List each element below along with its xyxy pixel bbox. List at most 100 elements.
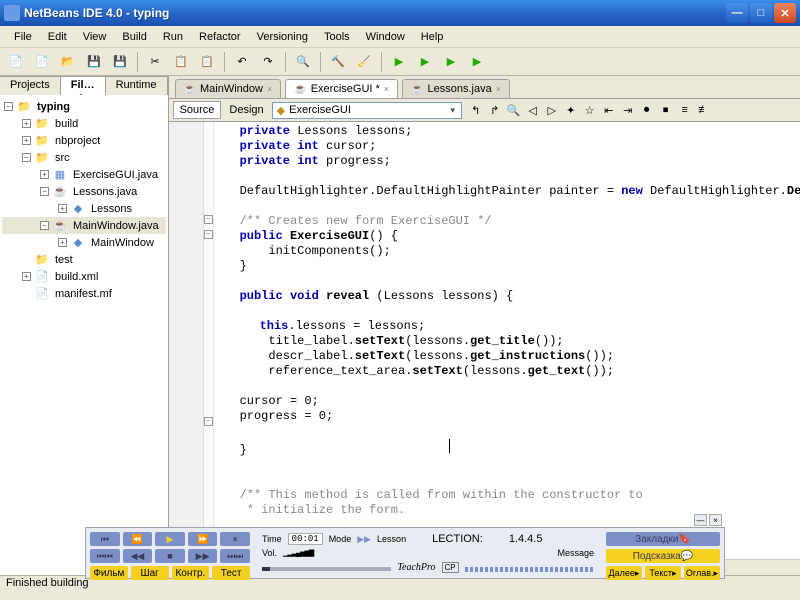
toggle-hl-icon[interactable]: ✦	[563, 102, 579, 118]
save-all-button[interactable]	[108, 50, 132, 74]
copy-button[interactable]	[169, 50, 193, 74]
lesson-player[interactable]: — × ⏮ ⏪ ▶ ⏩ ⏸ ⏮⏮ ◀◀ ■ ▶▶ ⏭⏭ Фильм Шаг Ко…	[85, 527, 725, 579]
tree-node-manifest[interactable]: 📄manifest.mf	[2, 285, 166, 302]
first-button[interactable]: ⏮⏮	[90, 549, 120, 563]
debug-main-button[interactable]	[465, 50, 489, 74]
forward-button[interactable]: ⏩	[188, 532, 218, 546]
tree-node-build[interactable]: +📁build	[2, 115, 166, 132]
tab-files[interactable]: Fil…◀▫	[61, 76, 106, 95]
film-button[interactable]: Фильм	[90, 566, 128, 580]
menu-edit[interactable]: Edit	[40, 29, 75, 45]
menu-view[interactable]: View	[75, 29, 115, 45]
fwd2-button[interactable]: ▶▶	[188, 549, 218, 563]
tree-node-lessons-class[interactable]: +◆Lessons	[2, 200, 166, 217]
close-tab-icon[interactable]: ×	[384, 84, 389, 94]
hint-button[interactable]: Подсказка 💬	[606, 549, 720, 563]
expand-icon[interactable]: −	[40, 221, 49, 230]
tree-node-nbproject[interactable]: +📁nbproject	[2, 132, 166, 149]
progress-bar[interactable]	[262, 567, 391, 571]
source-mode-button[interactable]: Source	[173, 101, 222, 119]
player-close-icon[interactable]: ×	[709, 514, 722, 526]
player-minimize-icon[interactable]: —	[694, 514, 707, 526]
control-button[interactable]: Контр.	[172, 566, 210, 580]
uncomment-icon[interactable]: ≢	[696, 102, 712, 118]
find-next-icon[interactable]: ▷	[544, 102, 560, 118]
run-main-button[interactable]	[413, 50, 437, 74]
editor-tab-mainwindow[interactable]: ☕MainWindow×	[175, 79, 282, 98]
editor-tab-exercisegui[interactable]: ☕ExerciseGUI *×	[285, 79, 398, 98]
last-button[interactable]: ⏭⏭	[220, 549, 250, 563]
expand-icon[interactable]: −	[40, 187, 49, 196]
menu-file[interactable]: File	[6, 29, 40, 45]
stop-button[interactable]: ■	[155, 549, 185, 563]
tree-node-exercisegui[interactable]: +▦ExerciseGUI.java	[2, 166, 166, 183]
fold-toggle-icon[interactable]: −	[204, 230, 213, 239]
close-button[interactable]: ✕	[774, 3, 796, 23]
close-tab-icon[interactable]: ×	[267, 84, 272, 94]
menu-versioning[interactable]: Versioning	[249, 29, 316, 45]
maximize-button[interactable]: □	[750, 3, 772, 23]
menu-build[interactable]: Build	[114, 29, 154, 45]
play-button[interactable]: ▶	[155, 532, 185, 546]
fold-toggle-icon[interactable]: −	[204, 417, 213, 426]
undo-button[interactable]	[230, 50, 254, 74]
code-text[interactable]: private Lessons lessons; private int cur…	[214, 122, 800, 559]
menu-tools[interactable]: Tools	[316, 29, 358, 45]
expand-icon[interactable]: −	[22, 153, 31, 162]
code-editor[interactable]: − − − private Lessons lessons; private i…	[169, 122, 800, 559]
toc-button[interactable]: Оглав.▸	[684, 566, 720, 580]
editor-tab-lessons[interactable]: ☕Lessons.java×	[402, 79, 510, 98]
expand-icon[interactable]: +	[22, 136, 31, 145]
bookmarks-button[interactable]: Закладки 🔖	[606, 532, 720, 546]
expand-icon[interactable]: −	[4, 102, 13, 111]
shift-right-icon[interactable]: ⇥	[620, 102, 636, 118]
find-button[interactable]	[291, 50, 315, 74]
class-selector[interactable]: ◆ ExerciseGUI ▼	[272, 102, 462, 119]
expand-icon[interactable]: +	[58, 238, 67, 247]
tree-node-lessons[interactable]: −☕Lessons.java	[2, 183, 166, 200]
back-button[interactable]: ◀◀	[123, 549, 153, 563]
expand-icon[interactable]: +	[22, 272, 31, 281]
lesson-progress[interactable]	[465, 567, 594, 572]
redo-button[interactable]	[256, 50, 280, 74]
fold-toggle-icon[interactable]: −	[204, 215, 213, 224]
find-prev-icon[interactable]: ◁	[525, 102, 541, 118]
menu-refactor[interactable]: Refactor	[191, 29, 249, 45]
tree-root[interactable]: −📁typing	[2, 98, 166, 115]
expand-icon[interactable]: +	[58, 204, 67, 213]
back-icon[interactable]: ↰	[468, 102, 484, 118]
fwd-icon[interactable]: ↱	[487, 102, 503, 118]
rewind-button[interactable]: ⏪	[123, 532, 153, 546]
tree-node-mainwindow[interactable]: −☕MainWindow.java	[2, 217, 166, 234]
bookmark-icon[interactable]: ☆	[582, 102, 598, 118]
text-button[interactable]: Текст▸	[645, 566, 681, 580]
menu-run[interactable]: Run	[155, 29, 191, 45]
expand-icon[interactable]: +	[40, 170, 49, 179]
open-button[interactable]	[56, 50, 80, 74]
new-file-button[interactable]	[4, 50, 28, 74]
expand-icon[interactable]: +	[22, 119, 31, 128]
tree-node-buildxml[interactable]: +📄build.xml	[2, 268, 166, 285]
tab-runtime[interactable]: Runtime	[106, 76, 168, 95]
minimize-button[interactable]: —	[726, 3, 748, 23]
prev-button[interactable]: ⏮	[90, 532, 120, 546]
menu-help[interactable]: Help	[413, 29, 452, 45]
build-button[interactable]	[326, 50, 350, 74]
debug-button[interactable]	[439, 50, 463, 74]
run-button[interactable]	[387, 50, 411, 74]
macro-rec-icon[interactable]: ⏺	[639, 102, 655, 118]
find-sel-icon[interactable]: 🔍	[506, 102, 522, 118]
paste-button[interactable]	[195, 50, 219, 74]
tree-node-src[interactable]: −📁src	[2, 149, 166, 166]
clean-button[interactable]	[352, 50, 376, 74]
tab-projects[interactable]: Projects	[0, 76, 61, 95]
cut-button[interactable]	[143, 50, 167, 74]
design-mode-button[interactable]: Design	[223, 102, 269, 118]
new-project-button[interactable]	[30, 50, 54, 74]
tree-node-test[interactable]: 📁test	[2, 251, 166, 268]
tree-node-mainwindow-class[interactable]: +◆MainWindow	[2, 234, 166, 251]
shift-left-icon[interactable]: ⇤	[601, 102, 617, 118]
save-button[interactable]	[82, 50, 106, 74]
close-tab-icon[interactable]: ×	[496, 84, 501, 94]
next-button[interactable]: Далее▸	[606, 566, 642, 580]
